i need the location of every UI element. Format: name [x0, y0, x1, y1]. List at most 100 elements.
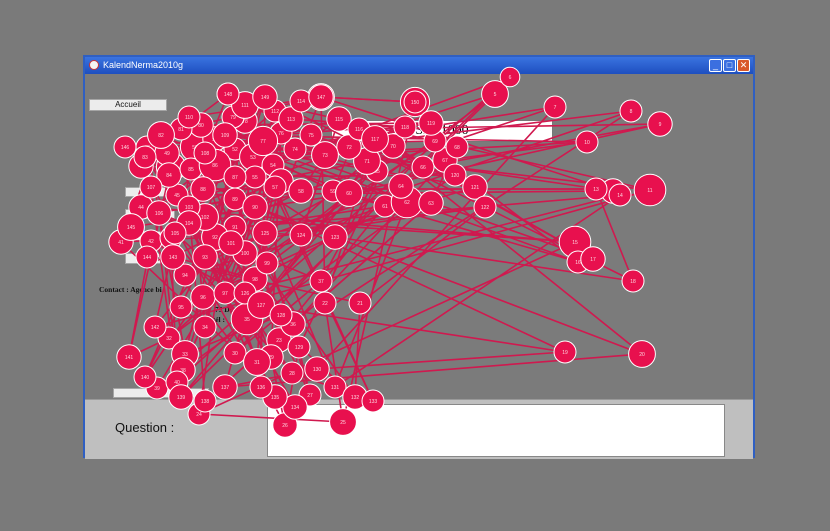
graph-node[interactable]: 138	[193, 389, 217, 413]
graph-node[interactable]: 144	[135, 245, 159, 269]
graph-node[interactable]: 30	[223, 341, 247, 365]
graph-node[interactable]: 133	[361, 389, 385, 413]
graph-node[interactable]: 64	[388, 173, 414, 199]
graph-node[interactable]: 95	[169, 295, 193, 319]
graph-node[interactable]: 143	[160, 244, 186, 270]
graph-node[interactable]: 60	[335, 179, 363, 207]
graph-node[interactable]: 145	[117, 213, 145, 241]
app-window: KalendNerma2010g _ □ ✕ Accueil Mot Site …	[83, 55, 755, 459]
graph-node[interactable]: 108	[193, 141, 217, 165]
graph-node[interactable]: 21	[348, 291, 372, 315]
graph-node[interactable]: 120	[443, 163, 467, 187]
node-label: 89	[232, 197, 238, 203]
graph-node[interactable]: 129	[287, 335, 311, 359]
graph-node[interactable]: 87	[223, 165, 247, 189]
node-label: 31	[254, 360, 260, 366]
graph-node[interactable]: 28	[280, 361, 304, 385]
node-label: 121	[471, 185, 480, 191]
graph-node[interactable]: 136	[249, 375, 273, 399]
graph-node[interactable]: 119	[418, 110, 444, 136]
node-label: 120	[451, 173, 460, 179]
graph-node[interactable]: 57	[263, 175, 287, 199]
graph-node[interactable]: 82	[147, 121, 175, 149]
graph-node[interactable]: 66	[411, 155, 435, 179]
graph-node[interactable]: 101	[218, 230, 244, 256]
node-label: 107	[147, 185, 156, 191]
graph-node[interactable]: 19	[553, 340, 577, 364]
graph-node[interactable]: 99	[255, 251, 279, 275]
node-label: 23	[276, 338, 282, 344]
node-label: 116	[355, 127, 363, 133]
graph-node[interactable]: 20	[628, 340, 656, 368]
graph-node[interactable]: 107	[139, 175, 163, 199]
graph-node[interactable]: 55	[243, 165, 267, 189]
graph-node[interactable]: 148	[216, 82, 240, 106]
graph-node[interactable]: 141	[116, 344, 142, 370]
graph-node[interactable]: 18	[621, 269, 645, 293]
graph-node[interactable]: 68	[445, 135, 469, 159]
node-label: 111	[241, 103, 249, 109]
graph-node[interactable]: 106	[146, 200, 172, 226]
graph-node[interactable]: 9	[647, 111, 673, 137]
graph-node[interactable]: 25	[329, 408, 357, 436]
graph-node[interactable]: 8	[619, 99, 643, 123]
graph-node[interactable]: 75	[299, 123, 323, 147]
node-label: 45	[174, 193, 180, 199]
graph-node[interactable]: 118	[393, 115, 417, 139]
node-label: 53	[250, 155, 256, 161]
node-label: 28	[289, 371, 295, 377]
graph-node[interactable]: 58	[288, 178, 314, 204]
graph-node[interactable]: 117	[361, 125, 389, 153]
graph-node[interactable]: 110	[177, 105, 201, 129]
graph-node[interactable]: 31	[243, 348, 271, 376]
graph-node[interactable]: 90	[242, 194, 268, 220]
graph-node[interactable]: 37	[309, 269, 333, 293]
node-label: 42	[148, 239, 154, 245]
graph-node[interactable]: 137	[212, 374, 238, 400]
graph-node[interactable]: 22	[313, 291, 337, 315]
graph-node[interactable]: 150	[403, 90, 427, 114]
graph-node[interactable]: 146	[113, 135, 137, 159]
graph-node[interactable]: 140	[133, 365, 157, 389]
node-label: 35	[244, 317, 250, 323]
graph-node[interactable]: 124	[289, 223, 313, 247]
node-label: 44	[138, 205, 144, 211]
node-label: 81	[178, 127, 184, 133]
graph-node[interactable]: 97	[213, 281, 237, 305]
graph-node[interactable]: 114	[289, 89, 313, 113]
graph-node[interactable]: 149	[252, 84, 278, 110]
graph-node[interactable]: 115	[326, 106, 352, 132]
graph-node[interactable]: 121	[462, 174, 488, 200]
graph-node[interactable]: 11	[633, 173, 667, 207]
graph-node[interactable]: 147	[308, 84, 334, 110]
node-label: 34	[202, 325, 208, 331]
graph-node[interactable]: 63	[418, 190, 444, 216]
graph-node[interactable]: 96	[190, 284, 216, 310]
graph-node[interactable]: 7	[543, 95, 567, 119]
graph-node[interactable]: 139	[168, 384, 194, 410]
graph-node[interactable]: 125	[252, 220, 278, 246]
graph-node[interactable]: 10	[575, 130, 599, 154]
graph-node[interactable]: 83	[133, 145, 157, 169]
graph-node[interactable]: 6	[499, 66, 521, 88]
graph-node[interactable]: 17	[580, 246, 606, 272]
graph-node[interactable]: 123	[322, 224, 348, 250]
graph-node[interactable]: 13	[584, 177, 608, 201]
node-label: 140	[141, 375, 150, 381]
graph-node[interactable]: 122	[473, 195, 497, 219]
graph-node[interactable]: 73	[311, 141, 339, 169]
node-label: 54	[270, 163, 276, 169]
node-label: 20	[639, 352, 645, 358]
graph-node[interactable]: 142	[143, 315, 167, 339]
node-label: 131	[331, 385, 340, 391]
graph-node[interactable]: 128	[269, 303, 293, 327]
node-label: 15	[572, 240, 578, 246]
graph-node[interactable]: 109	[212, 122, 238, 148]
graph-node[interactable]: 105	[163, 221, 187, 245]
node-label: 19	[562, 350, 568, 356]
graph-node[interactable]: 34	[193, 315, 217, 339]
node-label: 79	[230, 115, 236, 121]
graph-node[interactable]: 130	[304, 356, 330, 382]
graph-node[interactable]: 93	[192, 244, 218, 270]
graph-node[interactable]: 14	[608, 183, 632, 207]
